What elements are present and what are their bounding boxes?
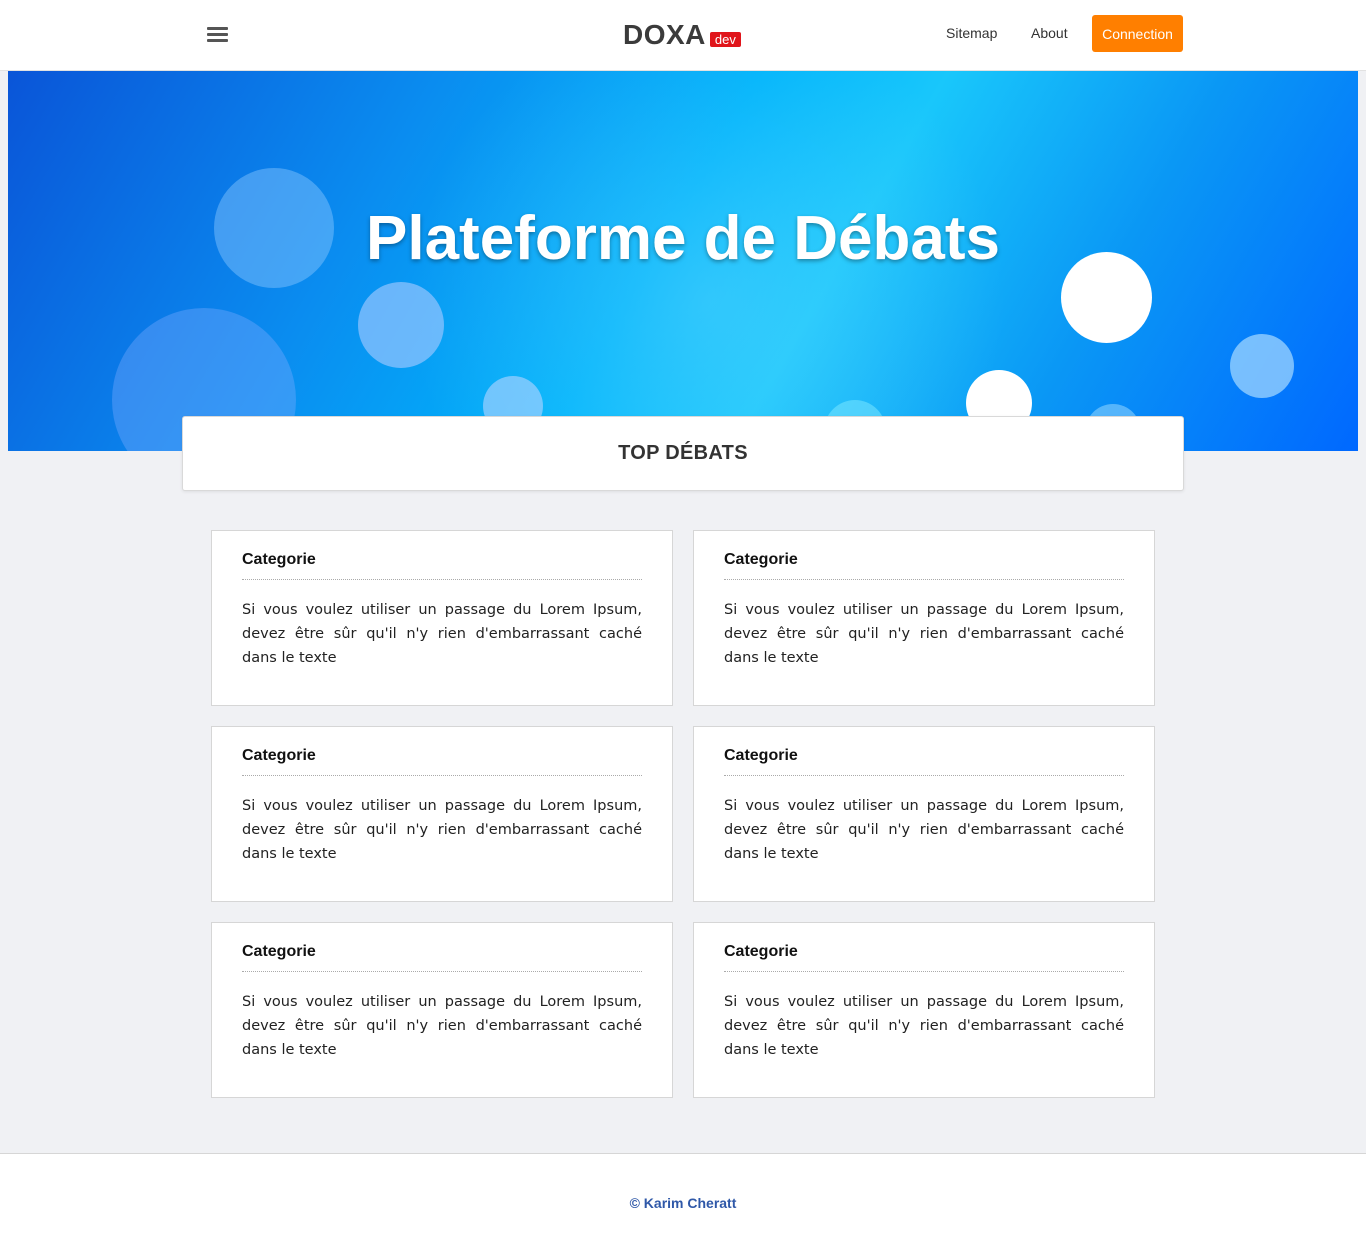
card-category: Categorie xyxy=(242,551,642,580)
debate-card[interactable]: Categorie Si vous voulez utiliser un pas… xyxy=(211,726,673,902)
hero-title: Plateforme de Débats xyxy=(366,204,1000,273)
top-debates-title: TOP DÉBATS xyxy=(618,442,748,464)
card-category: Categorie xyxy=(724,747,1124,776)
hero-bubble xyxy=(358,282,444,368)
card-category: Categorie xyxy=(724,943,1124,972)
debate-card[interactable]: Categorie Si vous voulez utiliser un pas… xyxy=(211,922,673,1098)
card-category: Categorie xyxy=(242,943,642,972)
card-category: Categorie xyxy=(242,747,642,776)
card-description: Si vous voulez utiliser un passage du Lo… xyxy=(242,602,642,666)
card-description: Si vous voulez utiliser un passage du Lo… xyxy=(724,994,1124,1058)
connection-button[interactable]: Connection xyxy=(1092,15,1183,52)
dev-badge: dev xyxy=(709,32,741,47)
page-footer: © Karim Cheratt xyxy=(0,1153,1366,1250)
brand-name: DOXA xyxy=(623,19,706,50)
card-category: Categorie xyxy=(724,551,1124,580)
card-description: Si vous voulez utiliser un passage du Lo… xyxy=(242,798,642,862)
hero-bubble xyxy=(1230,334,1294,398)
card-description: Si vous voulez utiliser un passage du Lo… xyxy=(724,602,1124,666)
brand-logo[interactable]: DOXA dev xyxy=(623,18,741,52)
debate-card[interactable]: Categorie Si vous voulez utiliser un pas… xyxy=(693,530,1155,706)
footer-copyright: © Karim Cheratt xyxy=(629,1195,737,1211)
debate-card[interactable]: Categorie Si vous voulez utiliser un pas… xyxy=(693,922,1155,1098)
hero-banner: Plateforme de Débats xyxy=(8,71,1358,451)
top-navbar: DOXA dev Sitemap About Connection xyxy=(0,0,1366,71)
card-description: Si vous voulez utiliser un passage du Lo… xyxy=(724,798,1124,862)
card-description: Si vous voulez utiliser un passage du Lo… xyxy=(242,994,642,1058)
nav-link-about[interactable]: About xyxy=(1031,24,1068,42)
debate-card[interactable]: Categorie Si vous voulez utiliser un pas… xyxy=(211,530,673,706)
hamburger-menu-icon[interactable] xyxy=(207,27,229,44)
top-debates-header: TOP DÉBATS xyxy=(182,416,1184,491)
debate-card[interactable]: Categorie Si vous voulez utiliser un pas… xyxy=(693,726,1155,902)
nav-link-sitemap[interactable]: Sitemap xyxy=(946,24,997,42)
